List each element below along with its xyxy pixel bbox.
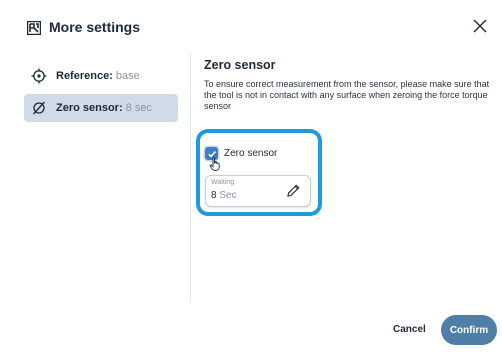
dialog-header: More settings xyxy=(0,0,502,52)
cancel-button[interactable]: Cancel xyxy=(393,324,426,335)
sidebar-item-reference[interactable]: Reference: base xyxy=(24,62,178,90)
sidebar-item-value: base xyxy=(115,70,140,82)
sidebar-item-value: 8 sec xyxy=(125,102,152,114)
checkbox-label: Zero sensor xyxy=(224,148,278,159)
close-icon[interactable] xyxy=(472,18,488,34)
waiting-time-field[interactable]: Waiting 8 Sec xyxy=(205,175,311,207)
sidebar-item-label: Reference: xyxy=(56,70,113,82)
reference-crosshair-icon xyxy=(30,67,48,85)
field-value-row: 8 Sec xyxy=(211,190,237,201)
hand-cursor-icon xyxy=(209,157,220,171)
section-title: Zero sensor xyxy=(204,58,276,72)
section-description: To ensure correct measurement from the s… xyxy=(204,79,490,111)
brand-logo-icon xyxy=(27,21,41,35)
sidebar-item-label: Zero sensor: xyxy=(56,102,123,114)
sidebar-item-zero-sensor[interactable]: Zero sensor: 8 sec xyxy=(24,94,178,122)
dialog-title: More settings xyxy=(49,19,141,35)
confirm-button[interactable]: Confirm xyxy=(441,315,497,345)
field-value: 8 xyxy=(211,190,217,201)
settings-sidebar: Reference: base Zero sensor: 8 sec xyxy=(0,52,191,302)
more-settings-dialog: More settings Reference: base Zero senso… xyxy=(0,0,502,353)
pencil-icon[interactable] xyxy=(286,183,301,198)
empty-set-icon xyxy=(30,99,48,117)
field-unit: Sec xyxy=(219,190,237,201)
field-label: Waiting xyxy=(211,179,235,186)
